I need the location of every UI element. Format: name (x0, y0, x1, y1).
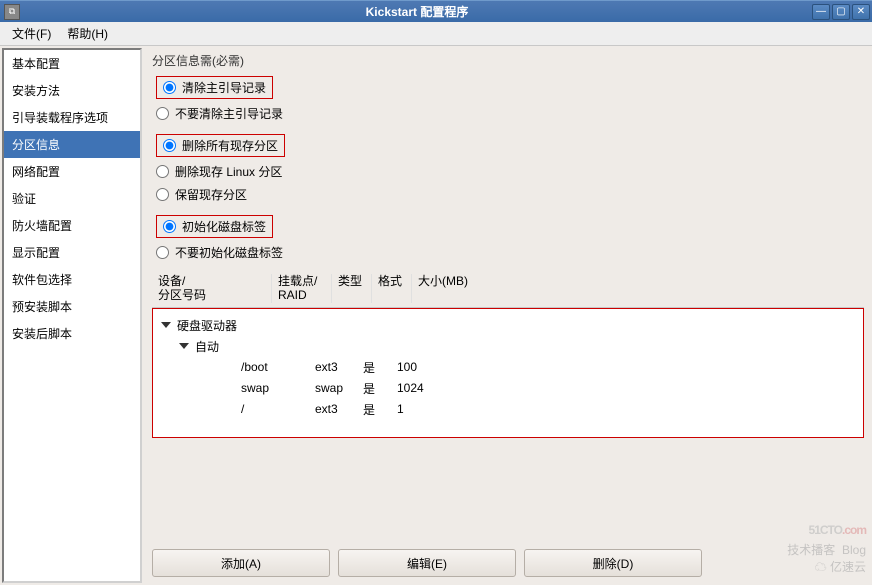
cell-mount: /boot (241, 360, 315, 374)
sidebar-item-packages[interactable]: 软件包选择 (4, 266, 140, 293)
initlabel-group: 初始化磁盘标签 不要初始化磁盘标签 (152, 212, 864, 264)
col-fmt[interactable]: 格式 (372, 274, 412, 303)
cell-mount: / (241, 402, 315, 416)
sidebar-item-install[interactable]: 安装方法 (4, 77, 140, 104)
tree-auto[interactable]: 自动 (195, 338, 219, 355)
sidebar-item-prescript[interactable]: 预安装脚本 (4, 293, 140, 320)
sidebar-item-auth[interactable]: 验证 (4, 185, 140, 212)
label-remove-all: 删除所有现存分区 (182, 137, 278, 154)
cell-mount: swap (241, 381, 315, 395)
menu-bar: 文件(F) 帮助(H) (0, 22, 872, 46)
radio-remove-linux[interactable] (156, 165, 169, 178)
label-keep-mbr: 不要清除主引导记录 (175, 105, 283, 122)
part-row[interactable]: /boot ext3 是 100 (161, 357, 855, 378)
sidebar-item-postscript[interactable]: 安装后脚本 (4, 320, 140, 347)
cell-size: 1 (397, 402, 441, 416)
tree-root[interactable]: 硬盘驱动器 (177, 317, 237, 334)
button-row: 添加(A) 编辑(E) 删除(D) (152, 543, 864, 579)
cell-fmt: 是 (363, 380, 397, 397)
sidebar: 基本配置 安装方法 引导装载程序选项 分区信息 网络配置 验证 防火墙配置 显示… (2, 48, 142, 583)
radio-remove-all[interactable] (163, 139, 176, 152)
radio-noinit-label[interactable] (156, 246, 169, 259)
close-button[interactable]: ✕ (852, 4, 870, 20)
radio-clear-mbr[interactable] (163, 81, 176, 94)
delete-button[interactable]: 删除(D) (524, 549, 702, 577)
disclosure-icon[interactable] (161, 322, 171, 328)
col-type[interactable]: 类型 (332, 274, 372, 303)
remove-group: 删除所有现存分区 删除现存 Linux 分区 保留现存分区 (152, 131, 864, 206)
radio-keep-mbr[interactable] (156, 107, 169, 120)
label-noinit-label: 不要初始化磁盘标签 (175, 244, 283, 261)
group-label: 分区信息需(必需) (152, 52, 864, 69)
label-remove-linux: 删除现存 Linux 分区 (175, 163, 282, 180)
disclosure-icon[interactable] (179, 343, 189, 349)
label-keep-parts: 保留现存分区 (175, 186, 247, 203)
label-clear-mbr: 清除主引导记录 (182, 79, 266, 96)
col-device-1[interactable]: 设备/ (158, 274, 265, 288)
watermark: 51CTO.com 技术播客 Blog ☁ 亿速云 (787, 509, 866, 575)
sidebar-item-firewall[interactable]: 防火墙配置 (4, 212, 140, 239)
col-size[interactable]: 大小(MB) (412, 274, 482, 303)
sidebar-item-basic[interactable]: 基本配置 (4, 50, 140, 77)
cell-type: ext3 (315, 360, 363, 374)
maximize-button[interactable]: ▢ (832, 4, 850, 20)
menu-help[interactable]: 帮助(H) (59, 22, 116, 45)
cell-fmt: 是 (363, 359, 397, 376)
app-icon: ⧉ (4, 4, 20, 20)
main-panel: 分区信息需(必需) 清除主引导记录 不要清除主引导记录 删除所有现存分区 (142, 46, 872, 585)
mbr-group: 清除主引导记录 不要清除主引导记录 (152, 73, 864, 125)
cell-type: swap (315, 381, 363, 395)
label-init-label: 初始化磁盘标签 (182, 218, 266, 235)
col-device-2[interactable]: 分区号码 (158, 288, 265, 302)
cell-fmt: 是 (363, 401, 397, 418)
cell-size: 1024 (397, 381, 441, 395)
col-mount-2[interactable]: RAID (278, 288, 325, 302)
col-mount-1[interactable]: 挂载点/ (278, 274, 325, 288)
window-title: Kickstart 配置程序 (24, 3, 810, 20)
part-row[interactable]: swap swap 是 1024 (161, 378, 855, 399)
partition-tree[interactable]: 硬盘驱动器 自动 /boot ext3 是 100 swap swap 是 10… (152, 308, 864, 438)
radio-init-label[interactable] (163, 220, 176, 233)
wm-3: 亿速云 (830, 560, 866, 574)
column-headers: 设备/ 分区号码 挂载点/ RAID 类型 格式 大小(MB) (152, 270, 864, 308)
cell-type: ext3 (315, 402, 363, 416)
minimize-button[interactable]: — (812, 4, 830, 20)
sidebar-item-bootloader[interactable]: 引导装载程序选项 (4, 104, 140, 131)
wm-2a: 技术播客 (787, 543, 835, 557)
menu-file[interactable]: 文件(F) (4, 22, 59, 45)
sidebar-item-display[interactable]: 显示配置 (4, 239, 140, 266)
cell-size: 100 (397, 360, 441, 374)
part-row[interactable]: / ext3 是 1 (161, 399, 855, 420)
edit-button[interactable]: 编辑(E) (338, 549, 516, 577)
radio-keep-parts[interactable] (156, 188, 169, 201)
add-button[interactable]: 添加(A) (152, 549, 330, 577)
wm-2b: Blog (842, 543, 866, 557)
title-bar: ⧉ Kickstart 配置程序 — ▢ ✕ (0, 0, 872, 22)
sidebar-item-partition[interactable]: 分区信息 (4, 131, 140, 158)
sidebar-item-network[interactable]: 网络配置 (4, 158, 140, 185)
